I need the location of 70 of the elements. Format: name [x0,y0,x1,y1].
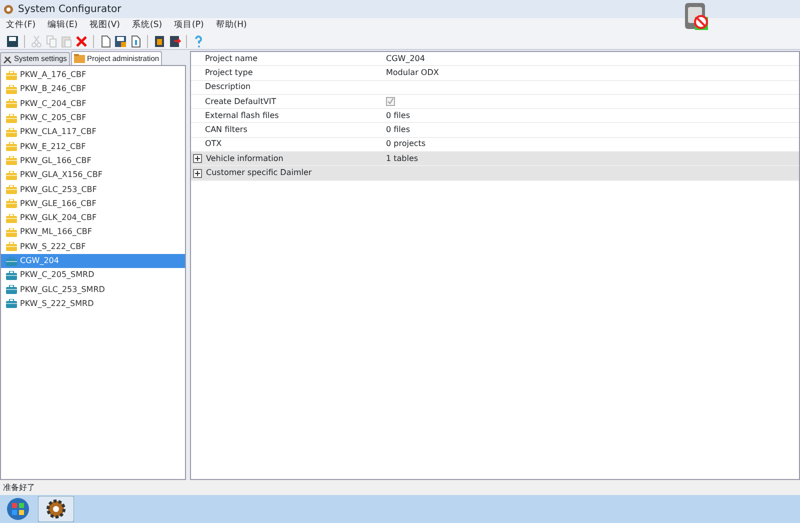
window-title: System Configurator [18,2,122,16]
import-icon[interactable] [153,34,166,48]
gear-icon[interactable] [38,496,74,522]
briefcase-icon [6,185,17,194]
property-label: Project type [204,66,254,79]
project-list-item[interactable]: PKW_CLA_117_CBF [1,125,185,140]
folder-icon [74,54,85,63]
project-list-item[interactable]: PKW_GL_166_CBF [1,154,185,168]
briefcase-icon [6,142,17,152]
property-label: CAN filters [204,124,248,136]
briefcase-icon [6,256,17,266]
export-icon[interactable] [168,34,181,48]
document-info-icon[interactable] [129,34,142,48]
property-label: External flash files [204,110,280,122]
project-list-item[interactable]: PKW_A_176_CBF [1,68,185,82]
project-list-item[interactable]: PKW_B_246_CBF [1,82,185,97]
project-list-item[interactable]: PKW_S_222_CBF [1,240,185,254]
briefcase-icon [6,242,17,252]
project-list-item[interactable]: PKW_GLE_166_CBF [1,196,185,211]
briefcase-icon [6,228,17,237]
briefcase-icon [6,214,17,223]
property-value: Modular ODX [386,66,440,79]
briefcase-icon [6,84,17,94]
briefcase-icon [6,128,17,137]
delete-icon[interactable] [75,34,88,48]
save-as-icon[interactable] [114,34,127,48]
property-label: Create DefaultVIT [204,96,278,108]
menu-item[interactable]: 项目(P) [168,19,210,32]
checkbox[interactable] [386,96,395,106]
property-label: Project name [204,52,259,65]
property-label: Description [204,81,252,94]
property-label: Vehicle information [206,152,284,165]
property-label: OTX [204,138,223,150]
property-value: CGW_204 [386,52,426,65]
menu-item[interactable]: 系统(S) [126,19,168,32]
briefcase-icon [6,299,17,308]
project-list-item[interactable]: PKW_S_222_SMRD [1,296,185,312]
property-value: 0 files [386,124,411,136]
briefcase-icon [6,270,17,280]
app-gear-icon [3,4,14,14]
menu-item[interactable]: 视图(V) [84,19,126,32]
expand-toggle-icon[interactable] [193,168,202,178]
menu-item[interactable]: 帮助(H) [210,19,253,32]
property-value: 0 projects [386,138,427,150]
briefcase-icon [6,199,17,208]
project-list-item[interactable]: PKW_GLK_204_CBF [1,210,185,226]
property-value: 1 tables [386,152,420,165]
briefcase-icon [6,285,17,294]
project-list-item[interactable]: PKW_GLC_253_SMRD [1,282,185,297]
menu-item[interactable]: 文件(F) [0,19,42,32]
property-label: Customer specific Daimler [206,167,312,180]
status-text: 准备好了 [3,482,35,494]
device-blocked-icon [682,2,710,32]
briefcase-icon [6,114,17,123]
briefcase-icon [6,156,17,166]
project-list-item[interactable]: PKW_GLC_253_CBF [1,182,185,197]
briefcase-icon [6,70,17,80]
project-list-item[interactable]: PKW_C_205_SMRD [1,268,185,282]
save-icon[interactable] [6,34,19,48]
property-value: 0 files [386,110,411,122]
menu-item[interactable]: 编辑(E) [42,19,84,32]
project-list-item[interactable]: PKW_E_212_CBF [1,139,185,154]
project-list-item[interactable]: PKW_ML_166_CBF [1,225,185,240]
start-button-icon[interactable] [6,497,30,521]
project-list-item[interactable]: PKW_C_205_CBF [1,110,185,126]
project-list-item[interactable]: PKW_GLA_X156_CBF [1,168,185,182]
briefcase-icon [6,170,17,180]
briefcase-icon [6,99,17,108]
project-list-item[interactable]: PKW_C_204_CBF [1,96,185,111]
expand-toggle-icon[interactable] [193,154,202,164]
